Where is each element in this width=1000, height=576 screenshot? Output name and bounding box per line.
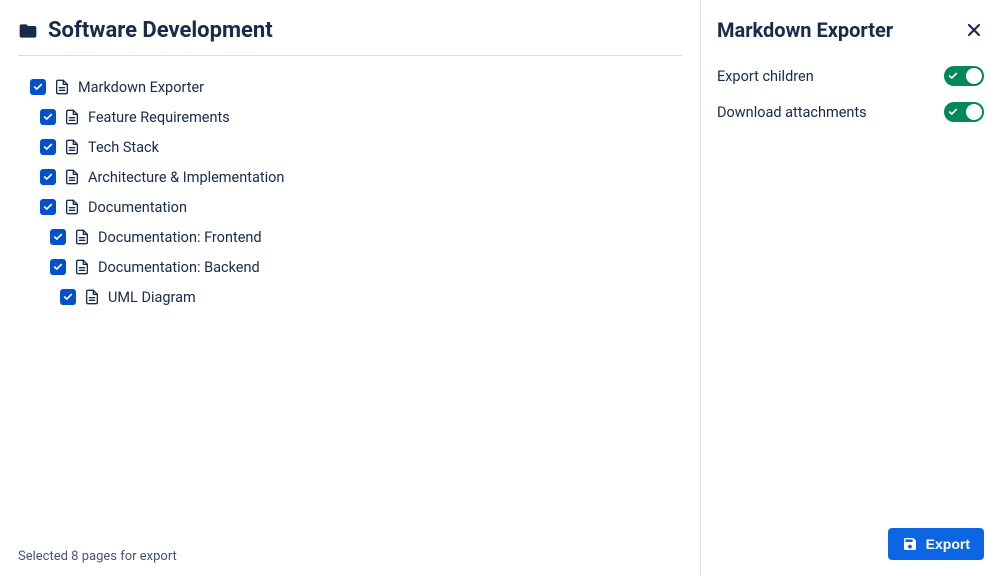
title-row: Software Development (18, 18, 682, 56)
checkbox[interactable] (40, 199, 56, 215)
checkbox[interactable] (50, 259, 66, 275)
option-label-download-attachments: Download attachments (717, 104, 867, 121)
main-panel: Software Development Markdown Exporter Fe… (0, 0, 700, 576)
checkbox[interactable] (40, 139, 56, 155)
checkbox[interactable] (40, 109, 56, 125)
check-icon (948, 71, 958, 81)
tree-item-label: Documentation: Backend (98, 259, 260, 276)
checkbox[interactable] (40, 169, 56, 185)
toggle-download-attachments[interactable] (944, 102, 984, 122)
page-icon (64, 139, 80, 155)
tree-item-label: UML Diagram (108, 289, 196, 306)
page-icon (64, 199, 80, 215)
export-button[interactable]: Export (888, 528, 984, 560)
page-icon (84, 289, 100, 305)
option-label-export-children: Export children (717, 68, 814, 85)
save-icon (902, 536, 918, 552)
side-header: Markdown Exporter (717, 18, 984, 42)
tree-row[interactable]: Tech Stack (18, 132, 682, 162)
toggle-export-children[interactable] (944, 66, 984, 86)
tree-row[interactable]: Markdown Exporter (18, 72, 682, 102)
tree-row[interactable]: Documentation (18, 192, 682, 222)
checkbox[interactable] (50, 229, 66, 245)
option-export-children: Export children (717, 66, 984, 86)
page-icon (64, 169, 80, 185)
close-icon[interactable] (964, 20, 984, 40)
check-icon (948, 107, 958, 117)
export-button-label: Export (926, 536, 970, 552)
tree-item-label: Tech Stack (88, 139, 159, 156)
side-panel: Markdown Exporter Export children Downlo… (700, 0, 1000, 576)
tree-item-label: Architecture & Implementation (88, 169, 284, 186)
selection-status: Selected 8 pages for export (18, 541, 682, 564)
checkbox[interactable] (30, 79, 46, 95)
tree-row[interactable]: Documentation: Backend (18, 252, 682, 282)
toggle-knob (966, 68, 982, 84)
tree-item-label: Documentation (88, 199, 187, 216)
tree-row[interactable]: Documentation: Frontend (18, 222, 682, 252)
page-icon (64, 109, 80, 125)
page-icon (54, 79, 70, 95)
folder-icon (18, 21, 38, 41)
side-title: Markdown Exporter (717, 18, 893, 42)
tree-item-label: Markdown Exporter (78, 79, 204, 96)
page-icon (74, 259, 90, 275)
tree-row[interactable]: Feature Requirements (18, 102, 682, 132)
page-title: Software Development (48, 18, 273, 43)
tree-row[interactable]: Architecture & Implementation (18, 162, 682, 192)
export-row: Export (717, 528, 984, 560)
option-download-attachments: Download attachments (717, 102, 984, 122)
checkbox[interactable] (60, 289, 76, 305)
tree-item-label: Documentation: Frontend (98, 229, 262, 246)
toggle-knob (966, 104, 982, 120)
page-tree: Markdown Exporter Feature Requirements Tec… (18, 72, 682, 541)
page-icon (74, 229, 90, 245)
tree-item-label: Feature Requirements (88, 109, 230, 126)
tree-row[interactable]: UML Diagram (18, 282, 682, 312)
